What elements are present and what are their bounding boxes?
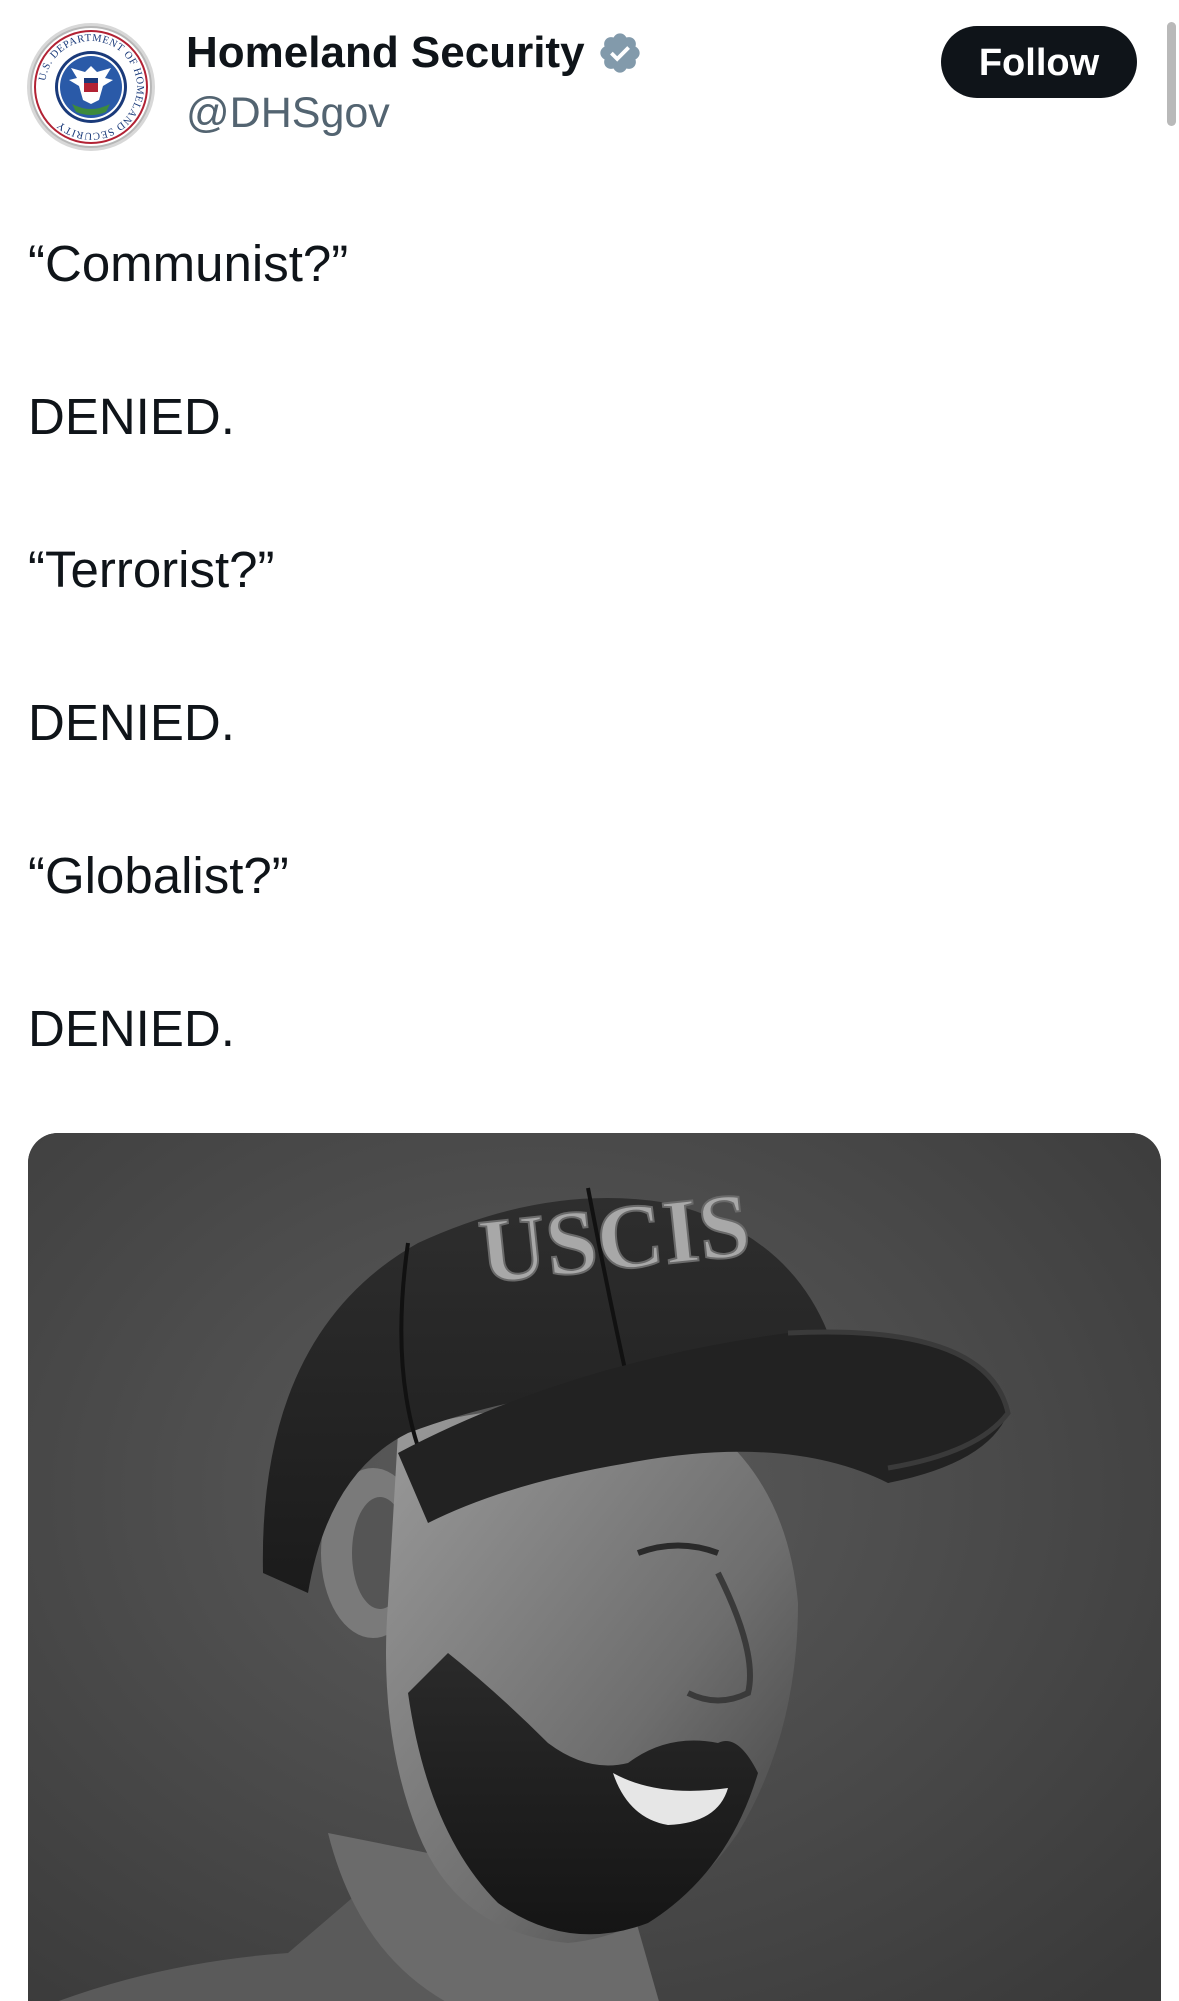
account-handle[interactable]: @DHSgov [186, 92, 390, 135]
tweet-line-denied-1: DENIED. [28, 388, 235, 445]
tweet-line-denied-3: DENIED. [28, 1000, 235, 1057]
tweet-line-communist: “Communist?” [28, 235, 349, 292]
avatar[interactable]: U.S. DEPARTMENT OF HOMELAND SECURITY [26, 22, 156, 152]
tweet-line-terrorist: “Terrorist?” [28, 541, 275, 598]
account-name-row[interactable]: Homeland Security [186, 30, 643, 76]
verified-badge-icon [599, 33, 640, 73]
display-name[interactable]: Homeland Security [186, 31, 585, 75]
scrollbar[interactable] [1167, 22, 1176, 126]
tweet-line-globalist: “Globalist?” [28, 847, 289, 904]
tweet-line-denied-2: DENIED. [28, 694, 235, 751]
media-photo: USCIS [28, 1133, 1161, 2001]
tweet-media-image[interactable]: USCIS [28, 1133, 1161, 2001]
dhs-seal-icon: U.S. DEPARTMENT OF HOMELAND SECURITY [27, 23, 155, 151]
tweet-page: U.S. DEPARTMENT OF HOMELAND SECURITY Hom… [0, 0, 1179, 2001]
follow-button[interactable]: Follow [941, 26, 1137, 98]
